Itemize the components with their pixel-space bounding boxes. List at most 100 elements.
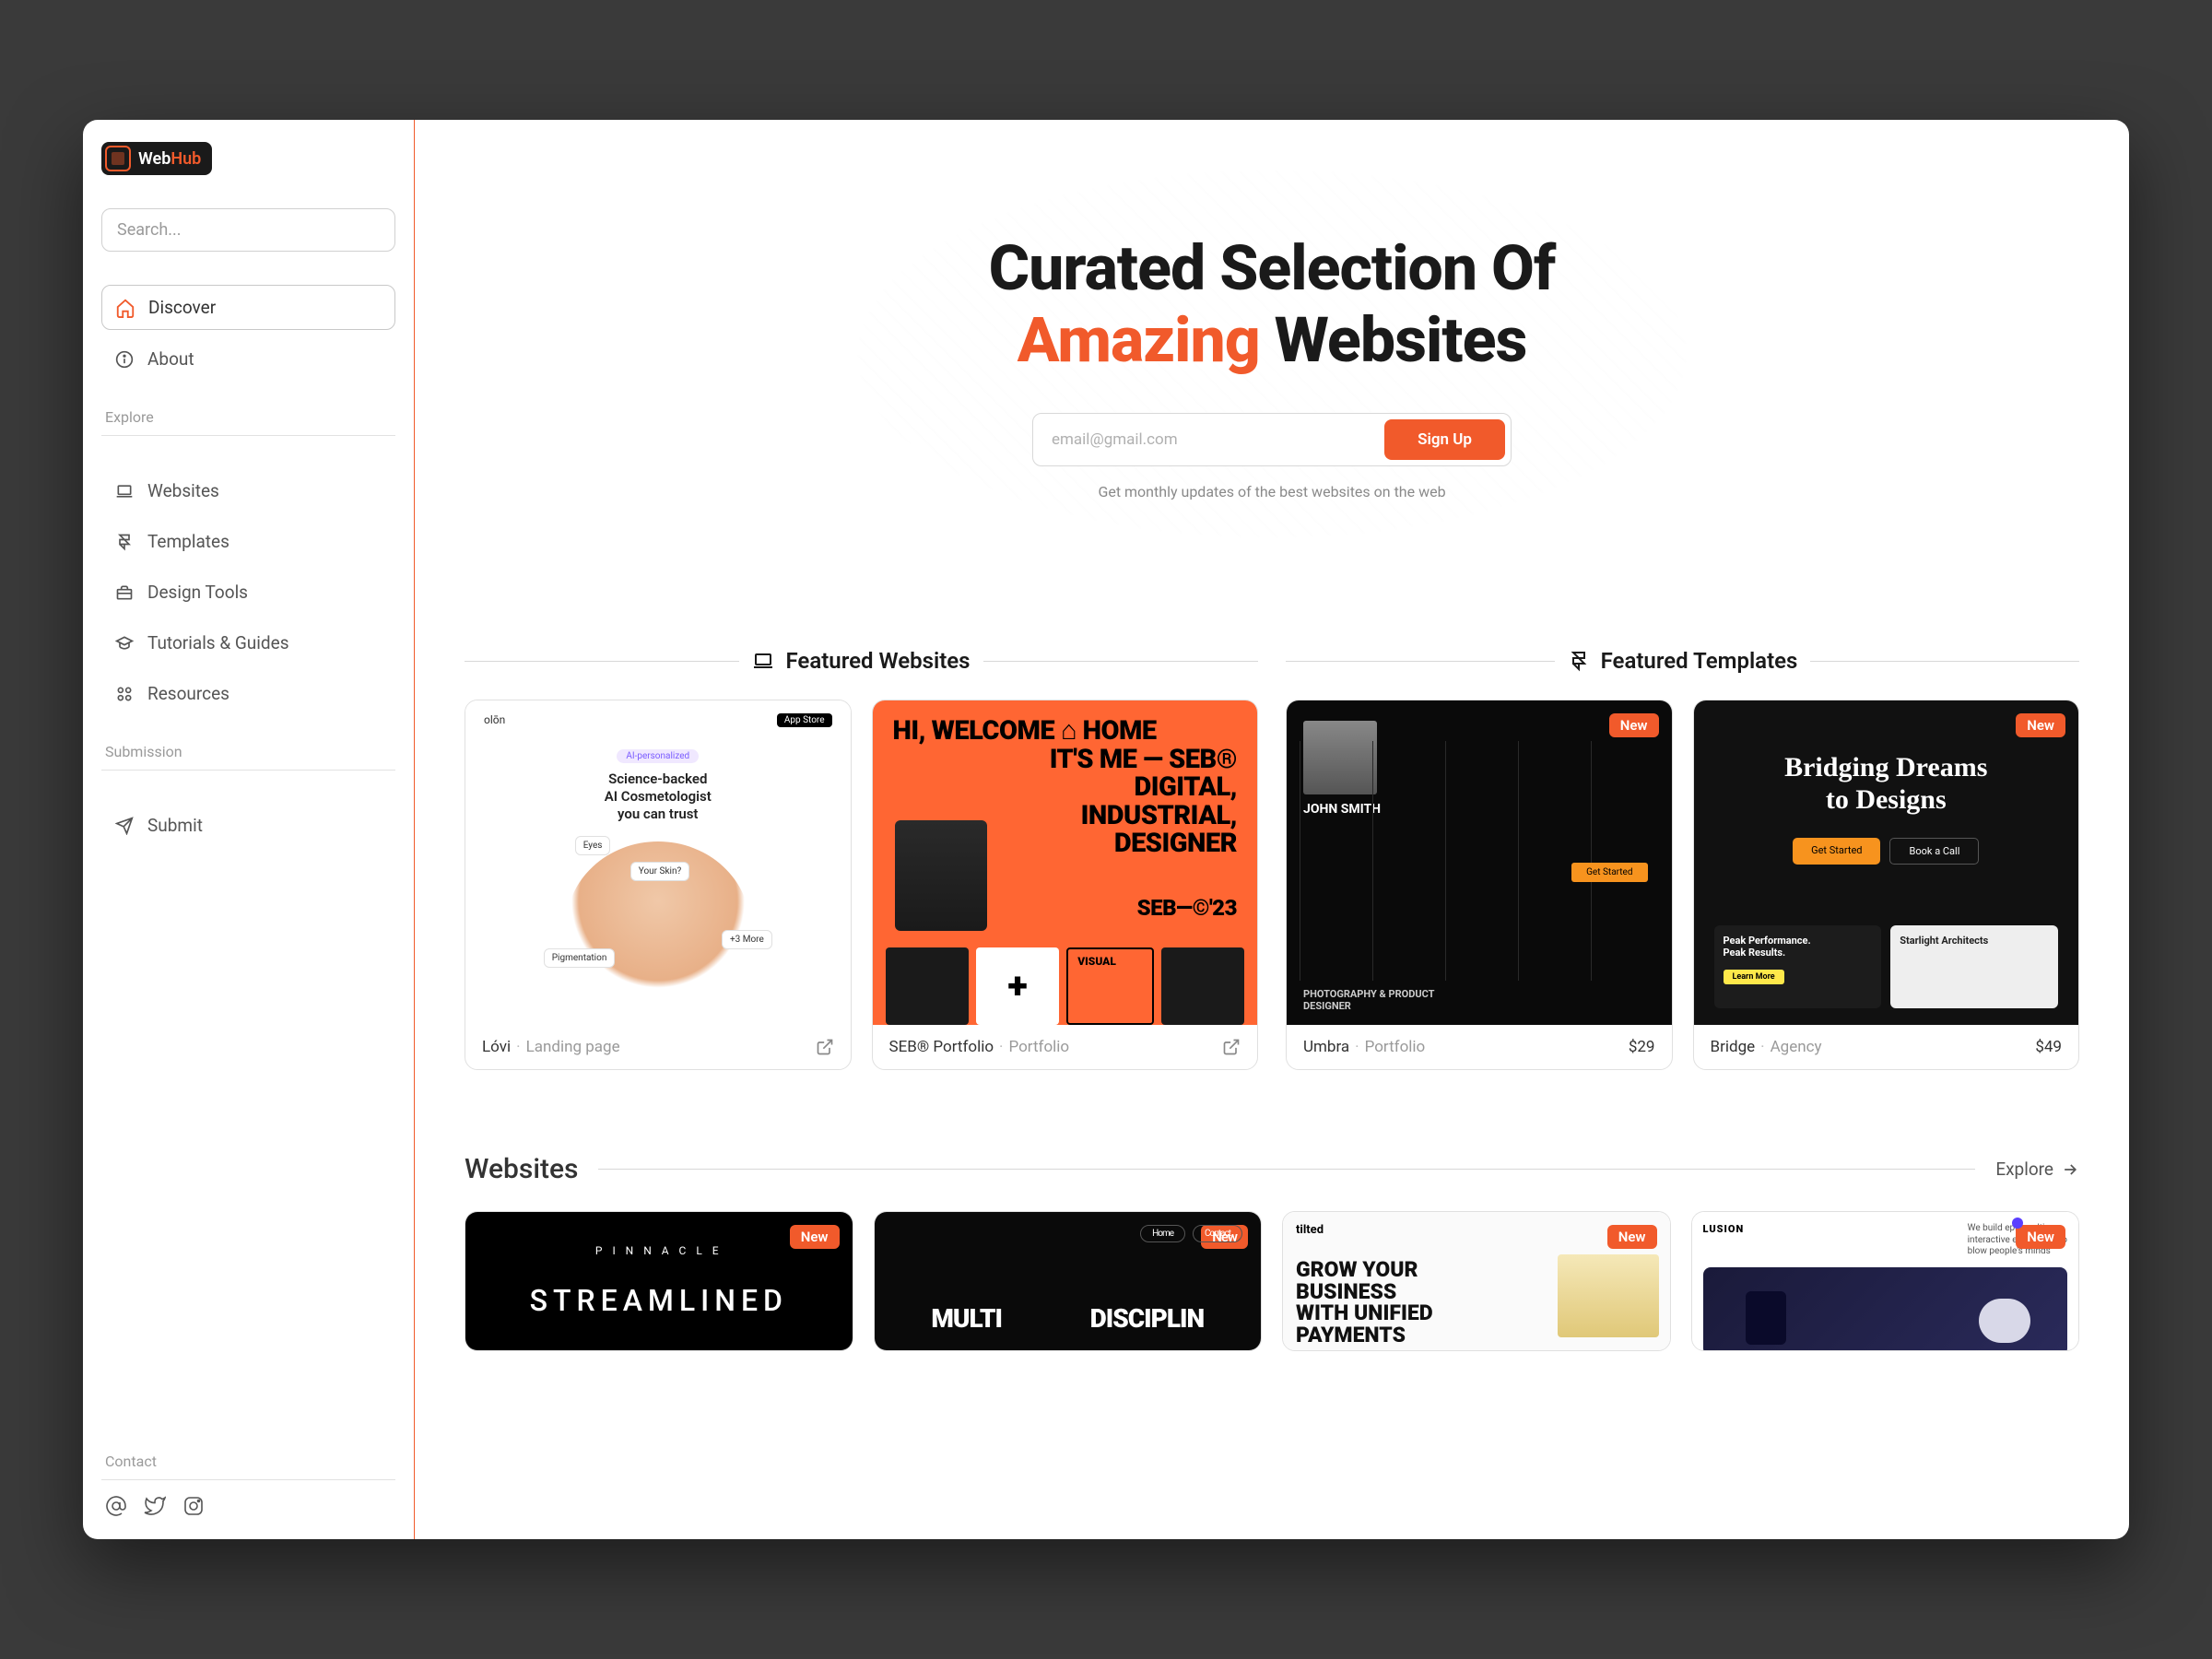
- instagram-icon[interactable]: [182, 1495, 205, 1517]
- person-graphic: [895, 820, 987, 931]
- card-pinnacle[interactable]: New P I N N A C L E STREAMLINED: [465, 1211, 853, 1351]
- websites-grid: New P I N N A C L E STREAMLINED New Home…: [465, 1211, 2079, 1351]
- thumb-pinnacle: New P I N N A C L E STREAMLINED: [465, 1212, 853, 1350]
- nav-resources[interactable]: Resources: [101, 672, 395, 715]
- arrow-right-icon: [2061, 1160, 2079, 1179]
- nav-templates[interactable]: Templates: [101, 520, 395, 563]
- nav-submit[interactable]: Submit: [101, 804, 395, 847]
- nav-templates-label: Templates: [147, 531, 229, 552]
- card-seb-category: Portfolio: [1009, 1038, 1070, 1056]
- card-lovi[interactable]: olōnApp Store AI-personalized Science-ba…: [465, 700, 852, 1070]
- websites-section-title: Websites: [465, 1153, 578, 1185]
- logo-mark-icon: [105, 146, 131, 171]
- nav-websites-label: Websites: [147, 480, 219, 501]
- featured-websites-column: Featured Websites olōnApp Store AI-perso…: [465, 648, 1258, 1070]
- hero-line2: Websites: [1260, 303, 1527, 377]
- nav-discover-label: Discover: [148, 297, 216, 318]
- card-tilted[interactable]: New tilted GROW YOUR BUSINESS WITH UNIFI…: [1282, 1211, 1671, 1351]
- hero-line1: Curated Selection Of: [989, 231, 1556, 305]
- hero-accent: Amazing: [1018, 303, 1260, 377]
- explore-section-label: Explore: [101, 408, 395, 436]
- toolbox-icon: [114, 582, 135, 603]
- nav-websites[interactable]: Websites: [101, 469, 395, 512]
- signup-form: Sign Up: [1032, 413, 1512, 466]
- featured-websites-title: Featured Websites: [785, 648, 970, 674]
- nav-about[interactable]: About: [101, 337, 395, 381]
- external-link-icon[interactable]: [1222, 1038, 1241, 1056]
- framer-icon: [1568, 650, 1590, 672]
- thumb-multi: New HomeContact MULTI DISCIPLIN: [875, 1212, 1262, 1350]
- hero: Curated Selection Of Amazing Websites Si…: [465, 170, 2079, 500]
- new-badge: New: [1609, 713, 1659, 737]
- nav-submit-label: Submit: [147, 815, 203, 836]
- social-links: [101, 1495, 395, 1517]
- thumb-tilted: New tilted GROW YOUR BUSINESS WITH UNIFI…: [1283, 1212, 1670, 1350]
- card-bridge-category: Agency: [1771, 1038, 1822, 1056]
- brand-logo[interactable]: WebHub: [101, 142, 212, 175]
- submission-section-label: Submission: [101, 743, 395, 771]
- new-badge: New: [2016, 713, 2065, 737]
- card-umbra-title: Umbra: [1303, 1038, 1349, 1056]
- card-bridge[interactable]: New Bridging Dreams to Designs Get Start…: [1693, 700, 2080, 1070]
- nav-design-tools[interactable]: Design Tools: [101, 571, 395, 614]
- laptop-icon: [752, 650, 774, 672]
- graduation-icon: [114, 633, 135, 653]
- card-lovi-title: Lóvi: [482, 1038, 511, 1056]
- grid-icon: [114, 684, 135, 704]
- face-graphic: Eyes Your Skin? Pigmentation +3 More: [566, 841, 750, 1013]
- brand-name-b: Hub: [171, 149, 201, 169]
- featured-websites-heading: Featured Websites: [752, 648, 970, 674]
- external-link-icon[interactable]: [816, 1038, 834, 1056]
- brand-name-a: Web: [138, 149, 171, 169]
- card-umbra-category: Portfolio: [1365, 1038, 1426, 1056]
- card-lovi-category: Landing page: [526, 1038, 620, 1056]
- new-badge: New: [790, 1225, 840, 1249]
- primary-nav: Discover About: [101, 285, 395, 381]
- featured-templates-heading: Featured Templates: [1568, 648, 1798, 674]
- card-bridge-title: Bridge: [1711, 1038, 1756, 1056]
- card-umbra[interactable]: New JOHN SMITH Get Started PHOTOGRAPHY &…: [1286, 700, 1673, 1070]
- thumb-umbra: New JOHN SMITH Get Started PHOTOGRAPHY &…: [1287, 700, 1672, 1025]
- thumb-bridge: New Bridging Dreams to Designs Get Start…: [1694, 700, 2079, 1025]
- main-content: Curated Selection Of Amazing Websites Si…: [415, 120, 2129, 1539]
- new-badge: New: [2016, 1225, 2065, 1249]
- info-icon: [114, 349, 135, 370]
- featured-templates-title: Featured Templates: [1601, 648, 1798, 674]
- new-badge: New: [1607, 1225, 1657, 1249]
- nav-discover[interactable]: Discover: [101, 285, 395, 330]
- email-icon[interactable]: [105, 1495, 127, 1517]
- send-icon: [114, 816, 135, 836]
- card-seb-title: SEB® Portfolio: [889, 1038, 994, 1056]
- card-lusion[interactable]: New LUSIONWe build epic realtime interac…: [1691, 1211, 2080, 1351]
- twitter-icon[interactable]: [144, 1495, 166, 1517]
- sidebar: WebHub Discover About Explore Websites T…: [83, 120, 415, 1539]
- thumb-seb: HI, WELCOME ⌂ HOME IT'S ME — SEB® DIGITA…: [873, 700, 1258, 1025]
- card-bridge-price: $49: [2035, 1038, 2062, 1056]
- hero-headline: Curated Selection Of Amazing Websites: [465, 232, 2079, 376]
- contact-section-label: Contact: [101, 1453, 395, 1480]
- thumb-lusion: New LUSIONWe build epic realtime interac…: [1692, 1212, 2079, 1350]
- email-input[interactable]: [1039, 419, 1384, 460]
- submission-nav: Submit: [101, 804, 395, 847]
- search-wrapper: [101, 208, 395, 252]
- nav-tutorials[interactable]: Tutorials & Guides: [101, 621, 395, 665]
- card-multi[interactable]: New HomeContact MULTI DISCIPLIN: [874, 1211, 1263, 1351]
- nav-design-tools-label: Design Tools: [147, 582, 248, 603]
- explore-nav: Websites Templates Design Tools Tutorial…: [101, 469, 395, 715]
- search-input[interactable]: [101, 208, 395, 252]
- websites-section-header: Websites Explore: [465, 1153, 2079, 1185]
- signup-button[interactable]: Sign Up: [1384, 419, 1505, 460]
- nav-resources-label: Resources: [147, 683, 229, 704]
- thumb-lovi: olōnApp Store AI-personalized Science-ba…: [465, 700, 851, 1025]
- framer-icon: [114, 532, 135, 552]
- home-icon: [115, 298, 135, 318]
- nav-tutorials-label: Tutorials & Guides: [147, 632, 289, 653]
- featured-row: Featured Websites olōnApp Store AI-perso…: [465, 648, 2079, 1070]
- product-graphic: [1558, 1254, 1659, 1337]
- nav-about-label: About: [147, 348, 194, 370]
- card-umbra-price: $29: [1629, 1038, 1655, 1056]
- scene-graphic: [1703, 1267, 2068, 1351]
- explore-link[interactable]: Explore: [1995, 1159, 2079, 1180]
- laptop-icon: [114, 481, 135, 501]
- card-seb[interactable]: HI, WELCOME ⌂ HOME IT'S ME — SEB® DIGITA…: [872, 700, 1259, 1070]
